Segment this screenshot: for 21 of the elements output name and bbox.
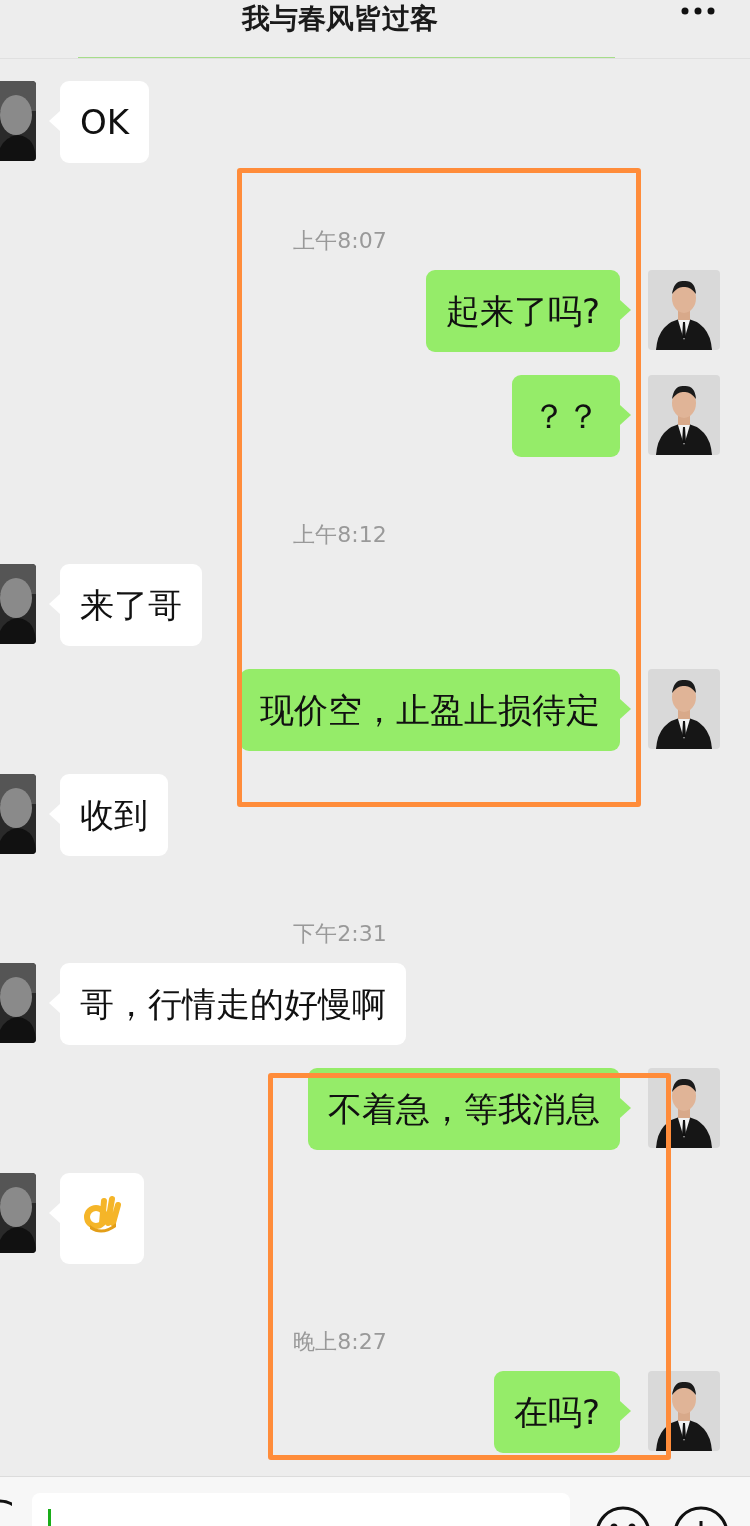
timestamp: 晚上8:27 bbox=[292, 1330, 388, 1354]
bubble-tail bbox=[620, 1401, 631, 1421]
bubble-tail bbox=[620, 699, 631, 719]
message-bubble: 哥，行情走的好慢啊 bbox=[60, 963, 406, 1045]
bubble-tail bbox=[620, 300, 631, 320]
timestamp: 上午8:12 bbox=[292, 523, 388, 547]
chat-title: 我与春风皆过客 bbox=[242, 2, 438, 36]
message-bubble: 在吗? bbox=[493, 1371, 620, 1453]
message-bubble: 来了哥 bbox=[60, 564, 202, 646]
timestamp: 上午8:07 bbox=[292, 229, 388, 253]
message-bubble: 起来了吗? bbox=[425, 270, 620, 352]
bubble-tail bbox=[620, 1098, 631, 1118]
ok-hand-icon bbox=[82, 1193, 122, 1235]
more-icon[interactable] bbox=[680, 6, 716, 16]
timestamp: 下午2:31 bbox=[292, 922, 388, 946]
message-bubble: ？？ bbox=[512, 375, 620, 457]
bubble-tail bbox=[620, 405, 631, 425]
message-bubble: 现价空，止盈止损待定 bbox=[240, 669, 620, 751]
message-bubble: OK bbox=[60, 81, 150, 163]
message-bubble: 不着急，等我消息 bbox=[308, 1068, 620, 1150]
message-bubble: 收到 bbox=[60, 774, 168, 856]
